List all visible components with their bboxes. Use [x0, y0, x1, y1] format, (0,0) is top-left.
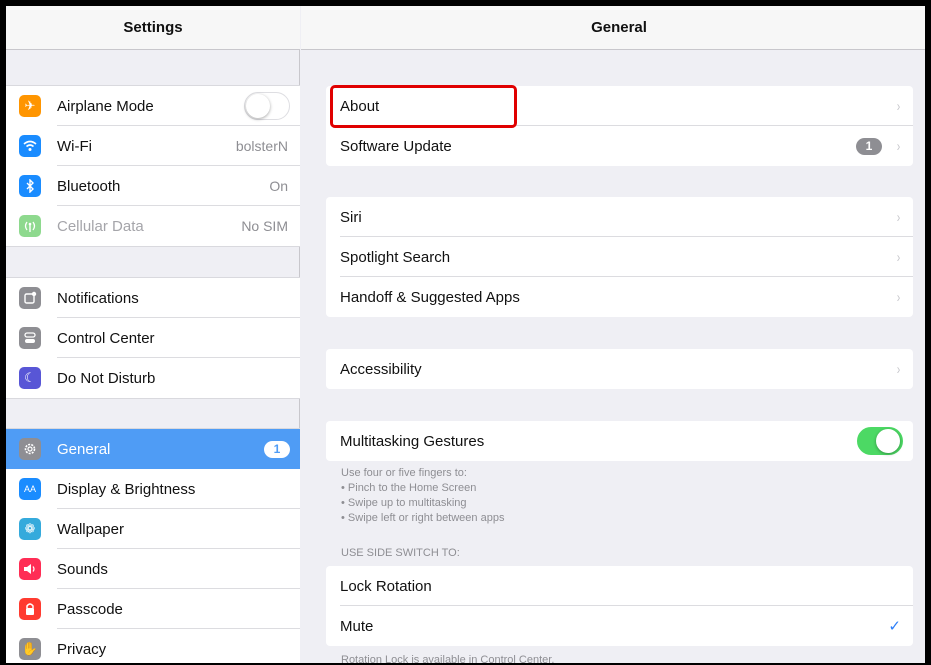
airplane-icon: ✈ — [19, 95, 41, 117]
sidebar-item-label: Notifications — [57, 289, 139, 307]
display-icon: AA — [19, 478, 41, 500]
sidebar-item-label: Passcode — [57, 600, 123, 618]
lock-icon — [19, 598, 41, 620]
page-title: General — [301, 6, 925, 50]
handoff-row[interactable]: Handoff & Suggested Apps › — [326, 277, 913, 317]
general-group-multitasking: Multitasking Gestures — [326, 421, 913, 461]
sidebar-group-general: General 1 AA Display & Brightness ❁ Wall… — [6, 428, 300, 663]
bluetooth-status-value: On — [269, 178, 288, 194]
sidebar-item-label: Wallpaper — [57, 520, 124, 538]
wifi-network-value: bolsterN — [235, 138, 288, 154]
lock-rotation-label: Lock Rotation — [340, 577, 432, 595]
sidebar-item-label: Do Not Disturb — [57, 369, 156, 387]
wifi-icon — [19, 135, 41, 157]
spotlight-search-row[interactable]: Spotlight Search › — [326, 237, 913, 277]
cellular-icon — [19, 215, 41, 237]
siri-label: Siri — [340, 208, 362, 226]
sidebar-item-notifications[interactable]: Notifications — [6, 278, 300, 318]
side-switch-header: USE SIDE SWITCH TO: — [341, 547, 460, 559]
sidebar-item-wifi[interactable]: Wi-Fi bolsterN — [6, 126, 300, 166]
general-badge: 1 — [264, 440, 290, 458]
sidebar-item-passcode[interactable]: Passcode — [6, 589, 300, 629]
sidebar-item-do-not-disturb[interactable]: ☾ Do Not Disturb — [6, 358, 300, 398]
sidebar-item-control-center[interactable]: Control Center — [6, 318, 300, 358]
sidebar-item-label: Sounds — [57, 560, 108, 578]
sidebar-item-bluetooth[interactable]: Bluetooth On — [6, 166, 300, 206]
sidebar-item-label: Control Center — [57, 329, 155, 347]
multitasking-gestures-row: Multitasking Gestures — [326, 421, 913, 461]
lock-rotation-row[interactable]: Lock Rotation — [326, 566, 913, 606]
sidebar-item-cellular-data[interactable]: Cellular Data No SIM — [6, 206, 300, 246]
mute-row[interactable]: Mute ✓ — [326, 606, 913, 646]
software-update-label: Software Update — [340, 137, 452, 155]
general-group-accessibility: Accessibility › — [326, 349, 913, 389]
multitasking-gestures-label: Multitasking Gestures — [340, 432, 485, 450]
mute-label: Mute — [340, 617, 374, 635]
sidebar-item-general[interactable]: General 1 — [6, 429, 300, 469]
software-update-row[interactable]: Software Update 1 › — [326, 126, 913, 166]
software-update-badge: 1 — [856, 137, 882, 155]
sidebar-item-airplane-mode[interactable]: ✈ Airplane Mode — [6, 86, 300, 126]
settings-sidebar: Settings ✈ Airplane Mode Wi-Fi bolsterN … — [6, 6, 300, 663]
chevron-right-icon: › — [896, 360, 901, 378]
general-group-about: About › Software Update 1 › — [326, 86, 913, 166]
wallpaper-icon: ❁ — [19, 518, 41, 540]
sidebar-item-sounds[interactable]: Sounds — [6, 549, 300, 589]
speaker-icon — [19, 558, 41, 580]
chevron-right-icon: › — [896, 208, 901, 226]
chevron-right-icon: › — [896, 97, 901, 115]
multitasking-gestures-toggle[interactable] — [857, 427, 903, 455]
notifications-icon — [19, 287, 41, 309]
handoff-label: Handoff & Suggested Apps — [340, 288, 520, 306]
moon-icon: ☾ — [19, 367, 41, 389]
sidebar-item-label: Airplane Mode — [57, 97, 154, 115]
sidebar-item-label: Bluetooth — [57, 177, 121, 195]
chevron-right-icon: › — [896, 137, 901, 155]
accessibility-row[interactable]: Accessibility › — [326, 349, 913, 389]
note-line: • Swipe up to multitasking — [341, 497, 467, 509]
general-detail-pane: General About › Software Update 1 › Siri… — [301, 6, 925, 665]
sidebar-item-privacy[interactable]: ✋ Privacy — [6, 629, 300, 663]
multitasking-note: Use four or five fingers to: • Pinch to … — [341, 466, 504, 526]
checkmark-icon: ✓ — [888, 618, 901, 635]
sidebar-item-wallpaper[interactable]: ❁ Wallpaper — [6, 509, 300, 549]
rotation-lock-note: Rotation Lock is available in Control Ce… — [341, 654, 555, 665]
about-label: About — [340, 97, 380, 115]
general-group-side-switch: Lock Rotation Mute ✓ — [326, 566, 913, 646]
bluetooth-icon — [19, 175, 41, 197]
sidebar-title: Settings — [6, 6, 300, 50]
hand-icon: ✋ — [19, 638, 41, 660]
spotlight-search-label: Spotlight Search — [340, 248, 451, 266]
airplane-mode-toggle[interactable] — [244, 92, 290, 120]
sidebar-item-label: Cellular Data — [57, 217, 144, 235]
note-line: Use four or five fingers to: — [341, 467, 467, 479]
sidebar-group-connectivity: ✈ Airplane Mode Wi-Fi bolsterN Bluetooth… — [6, 85, 300, 247]
sidebar-item-label: Display & Brightness — [57, 480, 196, 498]
note-line: • Swipe left or right between apps — [341, 512, 505, 524]
note-line: • Pinch to the Home Screen — [341, 482, 477, 494]
cellular-status-value: No SIM — [241, 218, 288, 234]
sidebar-item-label: Wi-Fi — [57, 137, 92, 155]
sidebar-item-display-brightness[interactable]: AA Display & Brightness — [6, 469, 300, 509]
chevron-right-icon: › — [896, 248, 901, 266]
general-group-search: Siri › Spotlight Search › Handoff & Sugg… — [326, 197, 913, 317]
siri-row[interactable]: Siri › — [326, 197, 913, 237]
settings-window: Settings ✈ Airplane Mode Wi-Fi bolsterN … — [0, 0, 931, 665]
gear-icon — [19, 438, 41, 460]
about-row[interactable]: About › — [326, 86, 913, 126]
control-center-icon — [19, 327, 41, 349]
sidebar-item-label: General — [57, 440, 111, 458]
chevron-right-icon: › — [896, 288, 901, 306]
sidebar-group-notifications: Notifications Control Center ☾ Do Not Di… — [6, 277, 300, 399]
sidebar-item-label: Privacy — [57, 640, 107, 658]
accessibility-label: Accessibility — [340, 360, 422, 378]
